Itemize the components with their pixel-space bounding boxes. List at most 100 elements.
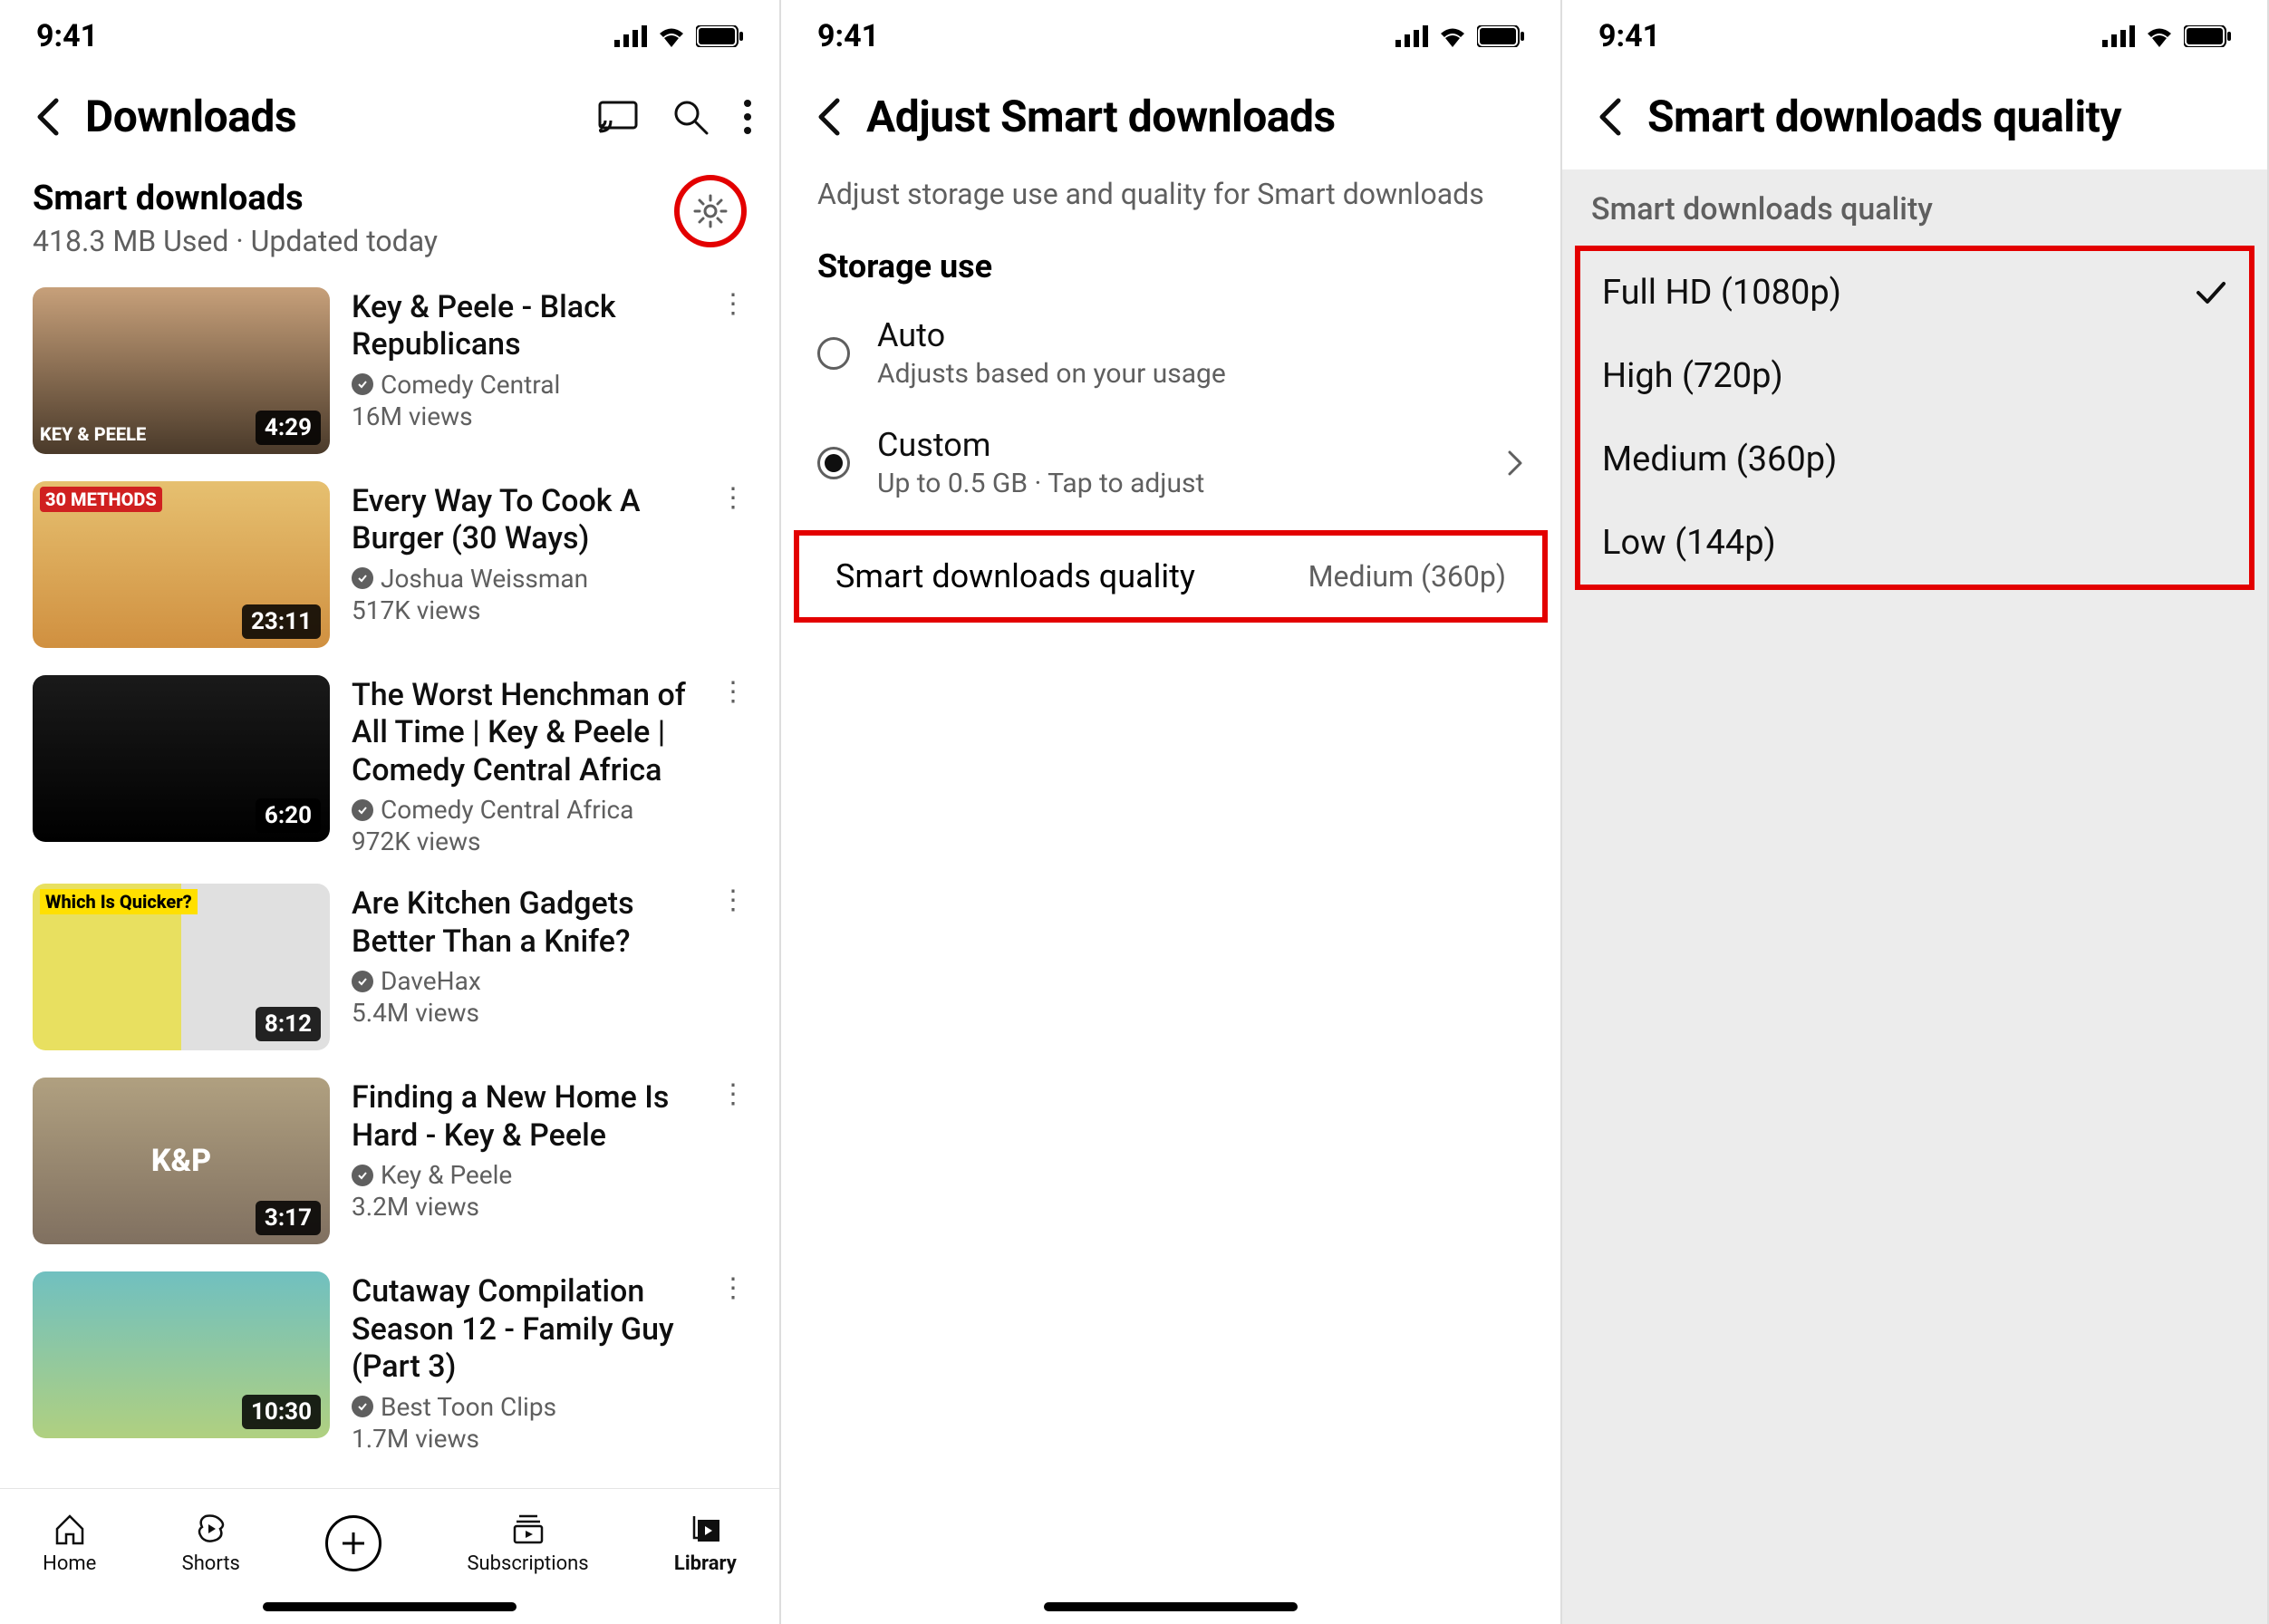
- status-icons: [614, 25, 743, 47]
- back-button[interactable]: [1589, 97, 1629, 137]
- video-duration: 3:17: [256, 1201, 321, 1235]
- video-item[interactable]: 30 METHODS 23:11 Every Way To Cook A Bur…: [33, 470, 747, 664]
- search-icon[interactable]: [672, 99, 709, 135]
- downloads-list: KEY & PEELE 4:29 Key & Peele - Black Rep…: [0, 266, 779, 1488]
- nav-label: Library: [674, 1552, 737, 1575]
- home-icon: [52, 1511, 88, 1547]
- thumb-overlay-text: 30 METHODS: [40, 487, 162, 512]
- video-thumbnail[interactable]: K&P 3:17: [33, 1078, 330, 1244]
- video-more-icon[interactable]: ⋮: [719, 1271, 747, 1453]
- video-title: Cutaway Compilation Season 12 - Family G…: [352, 1273, 698, 1386]
- video-thumbnail[interactable]: KEY & PEELE 4:29: [33, 287, 330, 454]
- video-thumbnail[interactable]: 10:30: [33, 1271, 330, 1438]
- video-channel: Comedy Central Africa: [381, 795, 633, 825]
- video-meta: Key & Peele - Black Republicans Comedy C…: [352, 287, 698, 454]
- option-subtitle: Up to 0.5 GB · Tap to adjust: [877, 468, 1204, 499]
- wifi-icon: [656, 25, 687, 47]
- video-channel: DaveHax: [381, 966, 481, 996]
- quality-option-720p[interactable]: High (720p): [1580, 334, 2249, 418]
- video-more-icon[interactable]: ⋮: [719, 287, 747, 454]
- video-title: Key & Peele - Black Republicans: [352, 289, 698, 364]
- storage-option-auto[interactable]: Auto Adjusts based on your usage: [781, 302, 1560, 411]
- video-item[interactable]: 10:30 Cutaway Compilation Season 12 - Fa…: [33, 1261, 747, 1469]
- plus-icon: [325, 1515, 381, 1571]
- gear-icon[interactable]: [692, 193, 729, 229]
- video-item[interactable]: K&P 3:17 Finding a New Home Is Hard - Ke…: [33, 1067, 747, 1261]
- video-thumbnail[interactable]: 6:20: [33, 675, 330, 842]
- video-item[interactable]: 6:20 The Worst Henchman of All Time | Ke…: [33, 664, 747, 873]
- storage-option-custom[interactable]: Custom Up to 0.5 GB · Tap to adjust: [781, 411, 1560, 521]
- verified-icon: [352, 1165, 373, 1186]
- video-title: Are Kitchen Gadgets Better Than a Knife?: [352, 885, 698, 961]
- nav-home[interactable]: Home: [43, 1511, 96, 1575]
- chevron-right-icon: [1506, 449, 1524, 478]
- video-title: The Worst Henchman of All Time | Key & P…: [352, 677, 698, 789]
- home-indicator: [263, 1602, 517, 1611]
- wifi-icon: [2144, 25, 2175, 47]
- quality-label: Smart downloads quality: [835, 557, 1308, 595]
- video-meta: Are Kitchen Gadgets Better Than a Knife?…: [352, 884, 698, 1050]
- video-views: 972K views: [352, 826, 698, 856]
- quality-option-1080p[interactable]: Full HD (1080p): [1580, 251, 2249, 334]
- smart-downloads-title: Smart downloads: [33, 179, 674, 218]
- cellular-icon: [614, 25, 647, 47]
- smart-downloads-header: Smart downloads 418.3 MB Used · Updated …: [0, 169, 779, 266]
- video-item[interactable]: KEY & PEELE 4:29 Key & Peele - Black Rep…: [33, 276, 747, 470]
- more-icon[interactable]: [743, 99, 752, 135]
- video-duration: 23:11: [242, 604, 321, 639]
- nav-subscriptions[interactable]: Subscriptions: [467, 1511, 588, 1575]
- adjust-subtitle: Adjust storage use and quality for Smart…: [781, 169, 1560, 247]
- quality-section-label: Smart downloads quality: [1562, 169, 2267, 246]
- nav-label: Shorts: [182, 1552, 240, 1575]
- page-title: Adjust Smart downloads: [866, 91, 1533, 142]
- video-meta: Cutaway Compilation Season 12 - Family G…: [352, 1271, 698, 1453]
- video-more-icon[interactable]: ⋮: [719, 481, 747, 648]
- video-more-icon[interactable]: ⋮: [719, 884, 747, 1050]
- smart-downloads-quality-row[interactable]: Smart downloads quality Medium (360p): [794, 530, 1548, 623]
- status-bar: 9:41: [781, 0, 1560, 72]
- back-button[interactable]: [27, 97, 67, 137]
- video-title: Every Way To Cook A Burger (30 Ways): [352, 483, 698, 558]
- nav-library[interactable]: Library: [674, 1511, 737, 1575]
- video-views: 1.7M views: [352, 1424, 698, 1454]
- video-channel: Best Toon Clips: [381, 1392, 556, 1422]
- video-more-icon[interactable]: ⋮: [719, 1078, 747, 1244]
- video-duration: 4:29: [256, 411, 321, 445]
- quality-option-360p[interactable]: Medium (360p): [1580, 418, 2249, 501]
- home-indicator: [1044, 1602, 1298, 1611]
- wifi-icon: [1437, 25, 1468, 47]
- cellular-icon: [1395, 25, 1428, 47]
- radio-icon: [817, 337, 850, 370]
- video-views: 16M views: [352, 401, 698, 431]
- video-meta: The Worst Henchman of All Time | Key & P…: [352, 675, 698, 856]
- thumb-overlay-text: Which Is Quicker?: [40, 889, 198, 914]
- cast-icon[interactable]: [598, 101, 638, 133]
- battery-icon: [696, 25, 743, 47]
- storage-use-label: Storage use: [781, 247, 1560, 302]
- video-channel: Joshua Weissman: [381, 564, 588, 594]
- nav-label: Subscriptions: [467, 1552, 588, 1575]
- option-title: Auto: [877, 316, 1226, 354]
- nav-shorts[interactable]: Shorts: [182, 1511, 240, 1575]
- video-item[interactable]: Which Is Quicker? 8:12 Are Kitchen Gadge…: [33, 873, 747, 1067]
- smart-downloads-subtitle: 418.3 MB Used · Updated today: [33, 224, 674, 258]
- verified-icon: [352, 971, 373, 992]
- video-thumbnail[interactable]: Which Is Quicker? 8:12: [33, 884, 330, 1050]
- nav-create[interactable]: [325, 1515, 381, 1571]
- video-duration: 6:20: [256, 798, 321, 833]
- back-button[interactable]: [808, 97, 848, 137]
- page-title: Downloads: [85, 91, 580, 142]
- video-meta: Every Way To Cook A Burger (30 Ways) Jos…: [352, 481, 698, 648]
- video-thumbnail[interactable]: 30 METHODS 23:11: [33, 481, 330, 648]
- verified-icon: [352, 1396, 373, 1417]
- quality-header: Smart downloads quality: [1562, 72, 2267, 169]
- video-views: 517K views: [352, 595, 698, 625]
- thumb-overlay-text: K&P: [151, 1143, 211, 1179]
- video-more-icon[interactable]: ⋮: [719, 675, 747, 856]
- status-time: 9:41: [36, 18, 98, 54]
- smart-downloads-settings-highlight: [674, 175, 747, 247]
- quality-option-144p[interactable]: Low (144p): [1580, 501, 2249, 585]
- video-channel: Comedy Central: [381, 370, 560, 400]
- subscriptions-icon: [510, 1511, 546, 1547]
- option-subtitle: Adjusts based on your usage: [877, 358, 1226, 390]
